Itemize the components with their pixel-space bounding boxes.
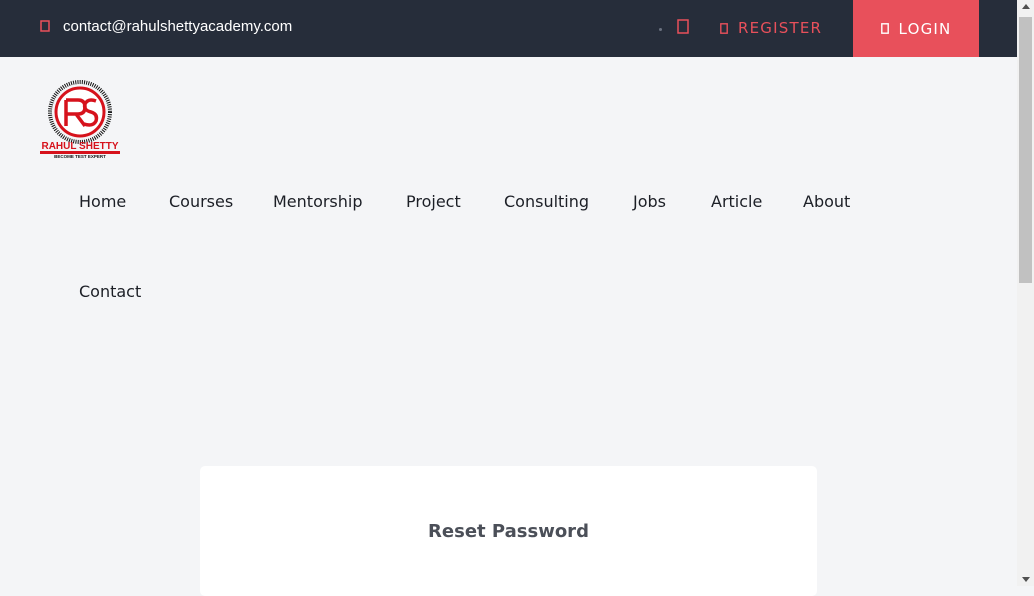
nav-contact[interactable]: Contact (79, 282, 141, 301)
register-link[interactable]: REGISTER (720, 19, 822, 37)
reset-password-card: Reset Password (200, 466, 817, 596)
nav-article[interactable]: Article (711, 192, 762, 211)
nav-mentorship[interactable]: Mentorship (273, 192, 363, 211)
scrollbar-thumb[interactable] (1019, 17, 1032, 283)
separator-dot (659, 28, 662, 31)
register-label: REGISTER (738, 19, 823, 37)
nav-home[interactable]: Home (79, 192, 126, 211)
nav-about[interactable]: About (803, 192, 850, 211)
nav-courses[interactable]: Courses (169, 192, 233, 211)
nav-project[interactable]: Project (406, 192, 461, 211)
lock-icon (880, 23, 889, 34)
cart-icon[interactable] (677, 19, 689, 34)
contact-email-link[interactable]: contact@rahulshettyacademy.com (63, 18, 292, 35)
top-bar: contact@rahulshettyacademy.com REGISTER … (0, 0, 1017, 57)
card-title: Reset Password (428, 521, 589, 542)
scroll-up-arrow-icon[interactable] (1022, 4, 1030, 9)
nav-jobs[interactable]: Jobs (633, 192, 666, 211)
scroll-down-arrow-icon[interactable] (1022, 577, 1030, 582)
envelope-icon (40, 20, 50, 32)
page-scrollbar[interactable] (1017, 0, 1034, 586)
login-button[interactable]: LOGIN (853, 0, 979, 57)
nav-consulting[interactable]: Consulting (504, 192, 589, 211)
user-icon (720, 22, 728, 34)
logo-name: RAHUL SHETTY (41, 141, 118, 152)
logo-tagline: BECOME TEST EXPERT (54, 154, 106, 159)
site-logo[interactable]: RAHUL SHETTY BECOME TEST EXPERT (38, 74, 122, 160)
login-label: LOGIN (898, 19, 952, 38)
